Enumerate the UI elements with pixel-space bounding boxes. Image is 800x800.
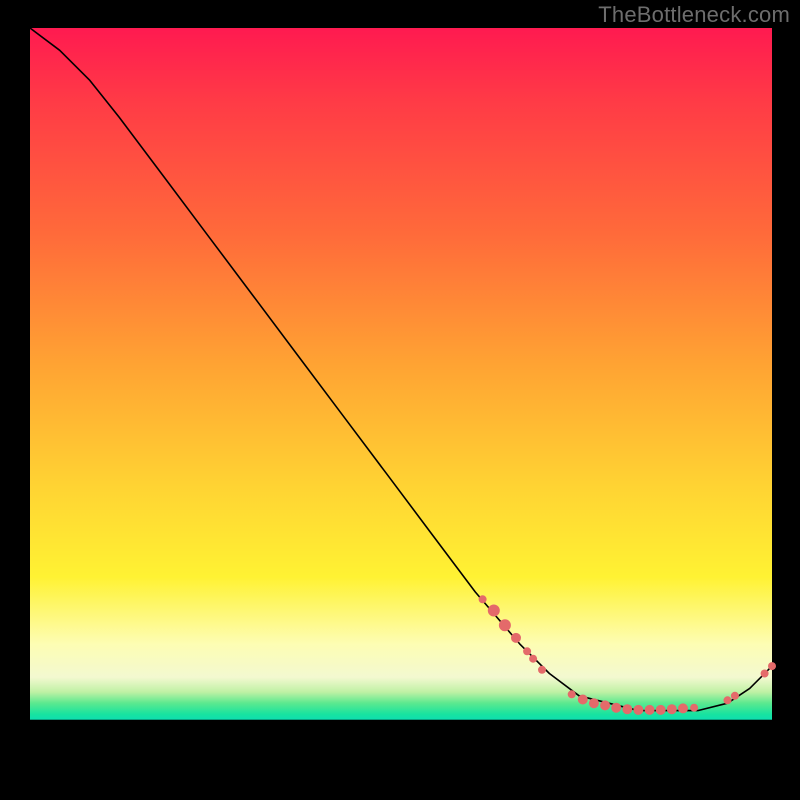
data-marker	[511, 633, 521, 643]
data-marker	[568, 690, 576, 698]
data-marker	[589, 698, 599, 708]
data-marker	[645, 705, 655, 715]
data-marker	[656, 705, 666, 715]
curve-svg	[30, 28, 772, 770]
bottleneck-curve	[30, 28, 772, 711]
data-marker	[678, 703, 688, 713]
data-marker	[488, 605, 500, 617]
data-marker	[667, 704, 677, 714]
data-marker	[690, 704, 698, 712]
chart-frame: TheBottleneck.com	[0, 0, 800, 800]
data-marker	[731, 692, 739, 700]
marker-group	[479, 595, 776, 715]
data-marker	[538, 666, 546, 674]
data-marker	[600, 700, 610, 710]
watermark-text: TheBottleneck.com	[598, 2, 790, 28]
plot-area	[30, 28, 772, 770]
data-marker	[529, 655, 537, 663]
data-marker	[622, 704, 632, 714]
data-marker	[578, 695, 588, 705]
data-marker	[479, 595, 487, 603]
data-marker	[633, 705, 643, 715]
data-marker	[761, 670, 769, 678]
data-marker	[724, 696, 732, 704]
data-marker	[768, 662, 776, 670]
data-marker	[523, 647, 531, 655]
data-marker	[499, 619, 511, 631]
data-marker	[611, 703, 621, 713]
